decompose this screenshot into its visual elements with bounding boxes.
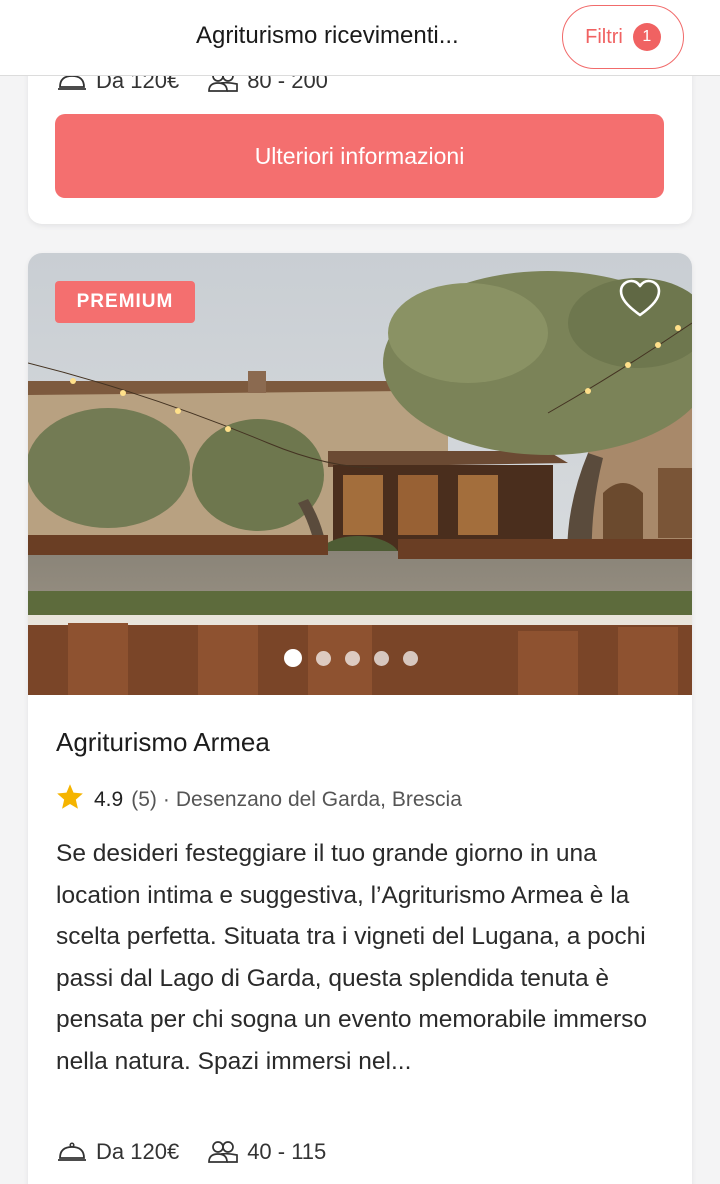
filters-count-badge: 1	[632, 23, 661, 51]
favorite-button[interactable]	[618, 279, 662, 319]
people-icon	[207, 1139, 239, 1165]
photo-dot-3[interactable]	[345, 650, 360, 666]
venue-card[interactable]: PREMIUM Agriturismo Armea 4.9 (5) · Dese…	[28, 253, 692, 1184]
heart-icon	[619, 279, 661, 317]
venue-location: Desenzano del Garda, Brescia	[175, 787, 462, 811]
filters-button[interactable]: Filtri 1	[562, 5, 684, 69]
cloche-icon	[56, 1139, 88, 1165]
guests-text: 40 - 115	[247, 1139, 327, 1164]
separator-dot: ·	[162, 787, 170, 811]
venue-meta-row: Da 120€ 40 - 115	[56, 1139, 326, 1165]
venue-description: Se desideri festeggiare il tuo grande gi…	[56, 840, 648, 1075]
top-bar: Agriturismo ricevimenti... Filtri 1	[0, 0, 720, 76]
photo-dot-2[interactable]	[316, 650, 331, 666]
filters-label: Filtri	[585, 25, 623, 48]
page-title: Agriturismo ricevimenti...	[196, 22, 459, 49]
star-icon	[56, 783, 84, 816]
rating-row: 4.9 (5) · Desenzano del Garda, Brescia	[56, 783, 462, 816]
venue-photo[interactable]: PREMIUM	[28, 253, 692, 695]
price-text: Da 120€	[96, 1139, 180, 1164]
more-info-button[interactable]: Ulteriori informazioni	[55, 114, 664, 198]
photo-dot-5[interactable]	[403, 650, 418, 666]
photo-pagination	[284, 649, 418, 667]
venue-name[interactable]: Agriturismo Armea	[56, 727, 270, 758]
rating-score: 4.9	[94, 787, 124, 811]
premium-badge: PREMIUM	[55, 281, 195, 323]
photo-dot-1[interactable]	[284, 649, 302, 667]
photo-dot-4[interactable]	[374, 650, 389, 666]
review-count: (5)	[131, 787, 157, 811]
